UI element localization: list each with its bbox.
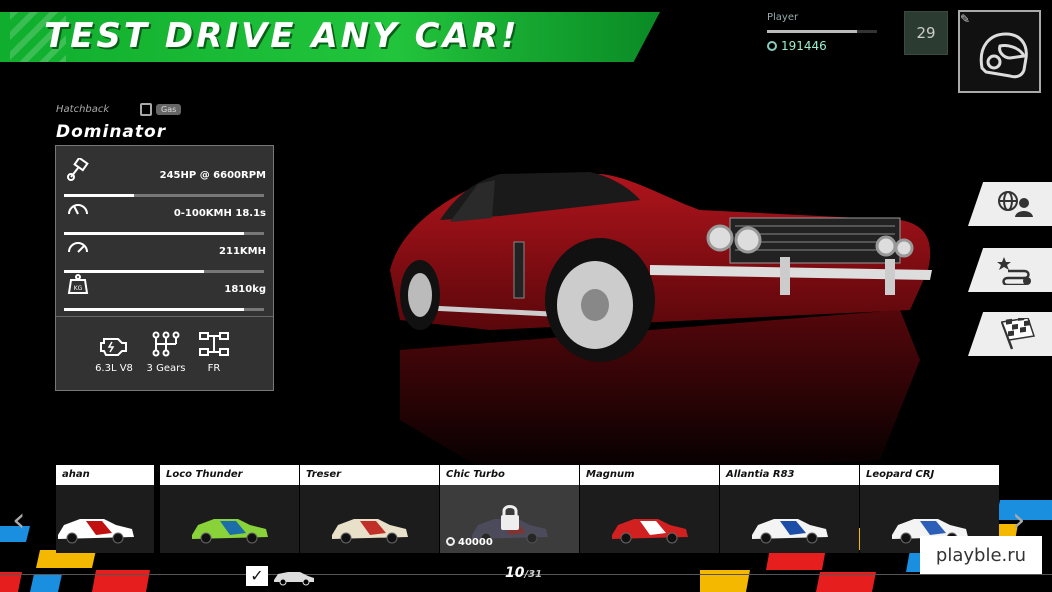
car-card[interactable]: Treser bbox=[300, 465, 439, 553]
car-carousel: ahan Loco Thunder Treser Chic Turbo 4000… bbox=[56, 465, 999, 555]
fuel-type: Gas bbox=[156, 104, 182, 115]
car-card-body bbox=[56, 485, 154, 553]
car-thumbnail-wheel bbox=[666, 532, 678, 544]
car-thumbnail-wheel bbox=[246, 532, 258, 544]
fuel-pump-icon bbox=[140, 103, 152, 116]
xp-bar-fill bbox=[767, 30, 858, 33]
car-card[interactable]: Allantia R83 bbox=[720, 465, 859, 553]
car-card-name: Allantia R83 bbox=[720, 465, 859, 485]
player-name: Player bbox=[767, 12, 799, 23]
stat-power: 245HP @ 6600RPM bbox=[64, 154, 266, 197]
stat-weight-bar-fill bbox=[64, 308, 244, 311]
stat-weight-value: 1810kg bbox=[224, 284, 266, 295]
spec-engine-label: 6.3L V8 bbox=[95, 363, 133, 374]
car-filter-icon bbox=[274, 572, 314, 586]
watermark: playble.ru bbox=[920, 536, 1042, 574]
car-thumbnail bbox=[58, 519, 134, 544]
career-button[interactable] bbox=[968, 248, 1052, 292]
car-thumbnail-wheel bbox=[526, 532, 538, 544]
car-card-body bbox=[580, 485, 719, 553]
stat-top-speed: 211KMH bbox=[64, 230, 266, 273]
car-card-body bbox=[300, 485, 439, 553]
car-card-name: Leopard CRJ bbox=[860, 465, 999, 485]
coin-balance: 191446 bbox=[767, 39, 827, 53]
stat-acceleration: 0-100KMH 18.1s bbox=[64, 192, 266, 235]
car-thumbnail-wheel bbox=[386, 532, 398, 544]
banner-title: TEST DRIVE ANY CAR! bbox=[44, 16, 520, 56]
car-thumbnail-wheel bbox=[806, 532, 818, 544]
player-level: 29 bbox=[904, 11, 948, 55]
car-thumbnail-wheel bbox=[200, 532, 212, 544]
car-thumbnail bbox=[612, 519, 688, 544]
stat-weight-bar bbox=[64, 308, 264, 311]
car-thumbnail bbox=[192, 519, 268, 544]
stat-power-value: 245HP @ 6600RPM bbox=[159, 170, 266, 181]
car-card-body bbox=[720, 485, 859, 553]
car-class: Hatchback bbox=[56, 104, 110, 115]
checkered-flag-icon bbox=[1000, 318, 1035, 350]
lock-icon bbox=[501, 505, 519, 530]
car-thumbnail bbox=[752, 519, 828, 544]
spec-engine: 6.3L V8 bbox=[84, 331, 144, 374]
drivetrain-icon bbox=[199, 332, 229, 356]
xp-bar bbox=[767, 30, 877, 33]
online-multiplayer-icon bbox=[998, 191, 1033, 217]
gauge-icon bbox=[68, 242, 88, 253]
spec-gears-label: 3 Gears bbox=[146, 363, 186, 374]
svg-text:KG: KG bbox=[74, 285, 83, 292]
car-card-body bbox=[160, 485, 299, 553]
coin-amount: 191446 bbox=[781, 39, 827, 53]
stat-top-speed-value: 211KMH bbox=[219, 246, 266, 257]
car-card-name: Treser bbox=[300, 465, 439, 485]
next-car-arrow[interactable]: › bbox=[1012, 500, 1026, 540]
piston-icon bbox=[67, 158, 89, 181]
car-thumbnail-wheel bbox=[760, 532, 772, 544]
car-preview[interactable] bbox=[380, 160, 940, 480]
car-thumbnail-wheel bbox=[112, 532, 124, 544]
coin-icon bbox=[767, 41, 777, 51]
weight-icon: KG bbox=[67, 274, 89, 294]
spec-drivetrain-label: FR bbox=[207, 363, 221, 374]
car-card-body: 40000 bbox=[440, 485, 579, 553]
filter-checkbox[interactable]: ✓ bbox=[246, 566, 268, 586]
car-thumbnail-wheel bbox=[900, 532, 912, 544]
stat-acceleration-value: 0-100KMH 18.1s bbox=[173, 208, 266, 219]
car-thumbnail bbox=[332, 519, 408, 544]
car-thumbnail-wheel bbox=[66, 532, 78, 544]
car-thumbnail-wheel bbox=[620, 532, 632, 544]
race-button[interactable] bbox=[968, 312, 1052, 356]
car-card-name: Chic Turbo bbox=[440, 465, 579, 485]
car-price: 40000 bbox=[446, 537, 493, 548]
car-card[interactable]: Loco Thunder bbox=[160, 465, 299, 553]
helmet-icon bbox=[979, 32, 1028, 79]
edit-icon[interactable]: ✎ bbox=[960, 12, 970, 26]
route-star-icon bbox=[997, 257, 1031, 285]
car-card-name: Loco Thunder bbox=[160, 465, 299, 485]
car-card-locked[interactable]: Chic Turbo 40000 bbox=[440, 465, 579, 553]
engine-icon bbox=[100, 338, 127, 356]
profile-button[interactable] bbox=[958, 10, 1041, 93]
spec-drivetrain: FR bbox=[184, 331, 244, 374]
car-card[interactable]: ahan bbox=[56, 465, 154, 553]
car-card-name: Magnum bbox=[580, 465, 719, 485]
stats-panel: 245HP @ 6600RPM 0-100KMH 18.1s 211KMH KG… bbox=[55, 145, 274, 391]
prev-car-arrow[interactable]: ‹ bbox=[12, 500, 26, 540]
car-counter: 10/31 bbox=[505, 565, 542, 581]
coin-icon bbox=[446, 537, 455, 546]
car-price-value: 40000 bbox=[458, 537, 493, 548]
stat-weight: KG 1810kg bbox=[64, 268, 266, 311]
online-button[interactable] bbox=[968, 182, 1052, 226]
car-card-name: ahan bbox=[56, 465, 154, 485]
speedometer-icon bbox=[68, 204, 88, 215]
car-total: /31 bbox=[524, 569, 543, 580]
car-index: 10 bbox=[505, 565, 525, 581]
car-name: Dominator bbox=[56, 122, 167, 142]
car-thumbnail-wheel bbox=[340, 532, 352, 544]
car-card[interactable]: Magnum bbox=[580, 465, 719, 553]
gearbox-icon bbox=[152, 331, 180, 357]
divider bbox=[56, 316, 273, 317]
